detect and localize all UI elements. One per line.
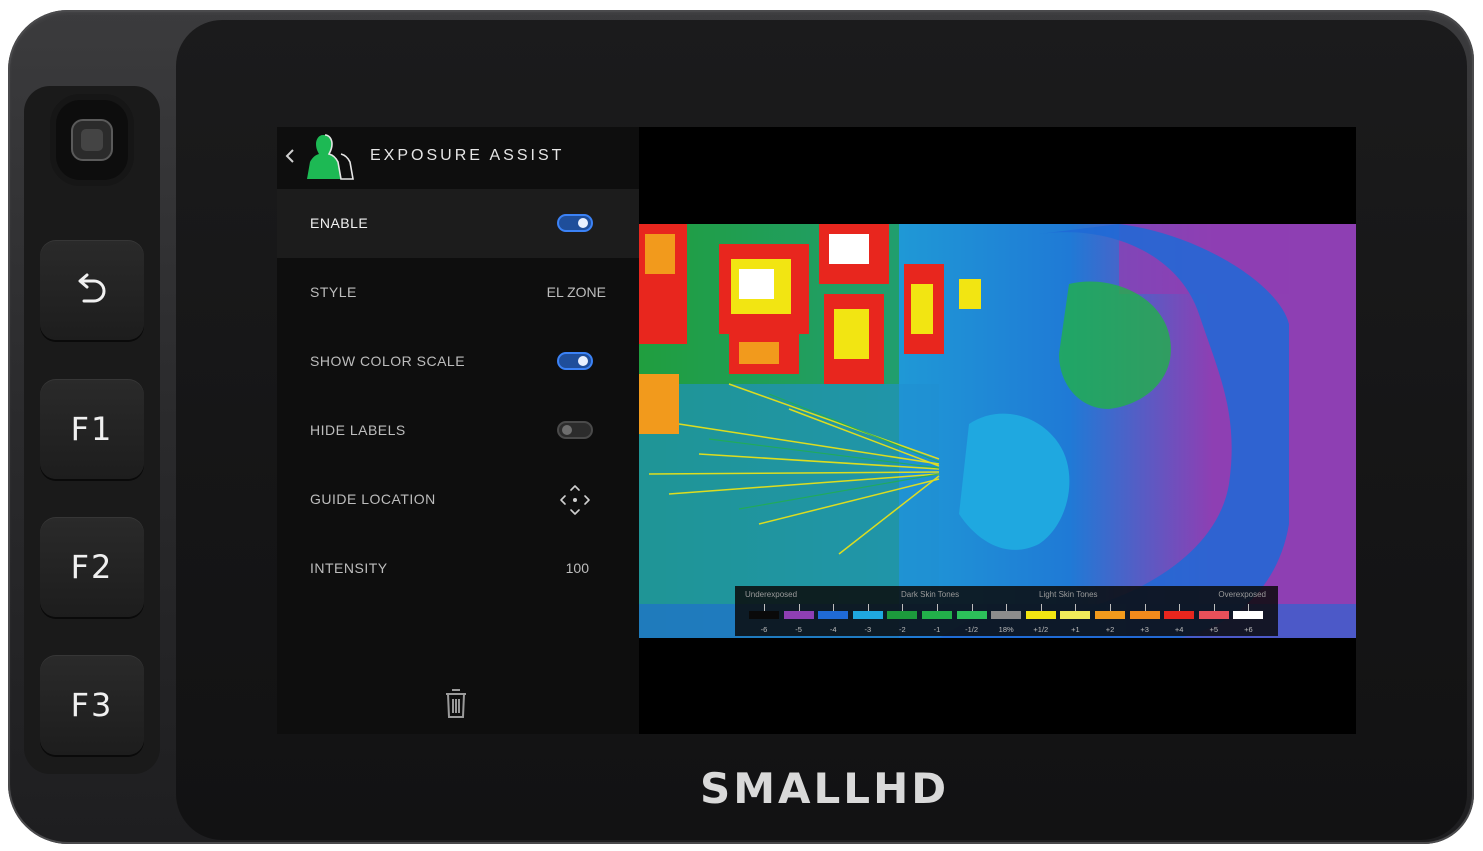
row-style[interactable]: STYLE EL ZONE [277, 258, 639, 327]
scale-tick [1213, 604, 1215, 611]
scale-tick [1040, 604, 1042, 611]
scale-swatch [956, 611, 987, 619]
person-silhouette-icon [307, 134, 354, 180]
scale-tick [833, 604, 835, 611]
scale-swatch [1025, 611, 1056, 619]
show-color-scale-toggle[interactable] [557, 352, 593, 370]
scale-tick [764, 604, 765, 611]
scale-label: -6 [760, 625, 768, 634]
menu-header: EXPOSURE ASSIST [277, 127, 639, 189]
style-value: EL ZONE [546, 284, 606, 300]
scale-label: -1 [933, 625, 941, 634]
row-show-color-scale[interactable]: SHOW COLOR SCALE [277, 327, 639, 396]
toggle-knob [578, 218, 588, 228]
f2-button[interactable]: F2 [40, 517, 144, 617]
scale-tick [1006, 604, 1008, 611]
f1-button[interactable]: F1 [40, 379, 144, 479]
scale-swatch [852, 611, 883, 619]
scale-swatch [922, 611, 952, 619]
f3-button[interactable]: F3 [40, 655, 144, 755]
scale-tick [867, 604, 869, 611]
scale-header-dark-skin: Dark Skin Tones [901, 590, 960, 599]
joystick[interactable] [56, 100, 128, 180]
scale-header-underexposed: Underexposed [745, 590, 798, 599]
scale-label: +2 [1105, 625, 1115, 634]
scale-label: -2 [899, 625, 906, 634]
scale-swatch [818, 611, 849, 619]
row-hide-labels[interactable]: HIDE LABELS [277, 396, 639, 465]
row-enable[interactable]: ENABLE [277, 189, 639, 258]
scale-swatch [1233, 611, 1264, 619]
scale-tick [1179, 604, 1181, 611]
trash-icon[interactable] [443, 687, 469, 719]
scale-label: +1 [1071, 625, 1080, 634]
button-panel: F1 F2 F3 [24, 86, 160, 774]
menu-title: EXPOSURE ASSIST [370, 147, 565, 164]
enable-toggle[interactable] [557, 214, 593, 232]
undo-arrow-icon [78, 273, 106, 303]
chevron-left-icon[interactable] [283, 145, 297, 167]
scale-tick [798, 604, 800, 611]
scale-swatch [1198, 611, 1229, 619]
false-color-image: Underexposed Dark Skin Tones Light Skin … [639, 224, 1356, 638]
scale-swatch [783, 611, 814, 619]
scale-header-overexposed: Overexposed [1218, 590, 1266, 599]
false-color-picture [639, 224, 1356, 638]
scale-swatch [1095, 611, 1125, 619]
scale-tick [1110, 604, 1111, 611]
scale-swatch [1129, 611, 1160, 619]
row-label: HIDE LABELS [310, 422, 406, 438]
toggle-knob [578, 356, 588, 366]
scale-label: -4 [829, 625, 837, 634]
display-screen: EXPOSURE ASSIST ENABLE STYLE EL ZONE SHO… [277, 127, 1356, 734]
row-label: INTENSITY [310, 560, 388, 576]
row-label: STYLE [310, 284, 357, 300]
row-label: ENABLE [310, 215, 369, 231]
scale-label: -1/2 [965, 625, 979, 634]
scale-tick [1248, 604, 1250, 611]
back-button[interactable] [40, 240, 144, 340]
scale-swatch [991, 611, 1022, 619]
scale-swatch [887, 611, 918, 619]
row-label: GUIDE LOCATION [310, 491, 436, 507]
scale-label: -5 [795, 625, 802, 634]
scale-label: -3 [864, 625, 872, 634]
scale-swatch [749, 611, 779, 619]
scale-label: +6 [1244, 625, 1253, 634]
hide-labels-toggle[interactable] [557, 421, 593, 439]
row-guide-location[interactable]: GUIDE LOCATION [277, 465, 639, 534]
scale-tick [1144, 604, 1146, 611]
color-scale: Underexposed Dark Skin Tones Light Skin … [735, 586, 1278, 636]
scale-label: 18% [998, 625, 1014, 634]
settings-menu: EXPOSURE ASSIST ENABLE STYLE EL ZONE SHO… [277, 127, 639, 734]
brand-logo: SMALLHD [700, 764, 950, 813]
scale-tick [1075, 604, 1077, 611]
scale-label: +5 [1209, 625, 1219, 634]
joystick-center-icon [71, 119, 113, 161]
intensity-value: 100 [565, 560, 589, 576]
scale-swatch [1060, 611, 1091, 619]
row-intensity[interactable]: INTENSITY 100 [277, 534, 639, 603]
scale-tick [937, 604, 938, 611]
scale-label: +4 [1174, 625, 1184, 634]
scale-swatch [1164, 611, 1195, 619]
move-arrows-icon[interactable] [558, 483, 592, 517]
scale-tick [902, 604, 904, 611]
scale-label: +3 [1140, 625, 1149, 634]
scale-tick [971, 604, 973, 611]
toggle-knob [562, 425, 572, 435]
scale-header-light-skin: Light Skin Tones [1039, 590, 1098, 599]
scale-label: +1/2 [1033, 625, 1049, 634]
row-label: SHOW COLOR SCALE [310, 353, 466, 369]
